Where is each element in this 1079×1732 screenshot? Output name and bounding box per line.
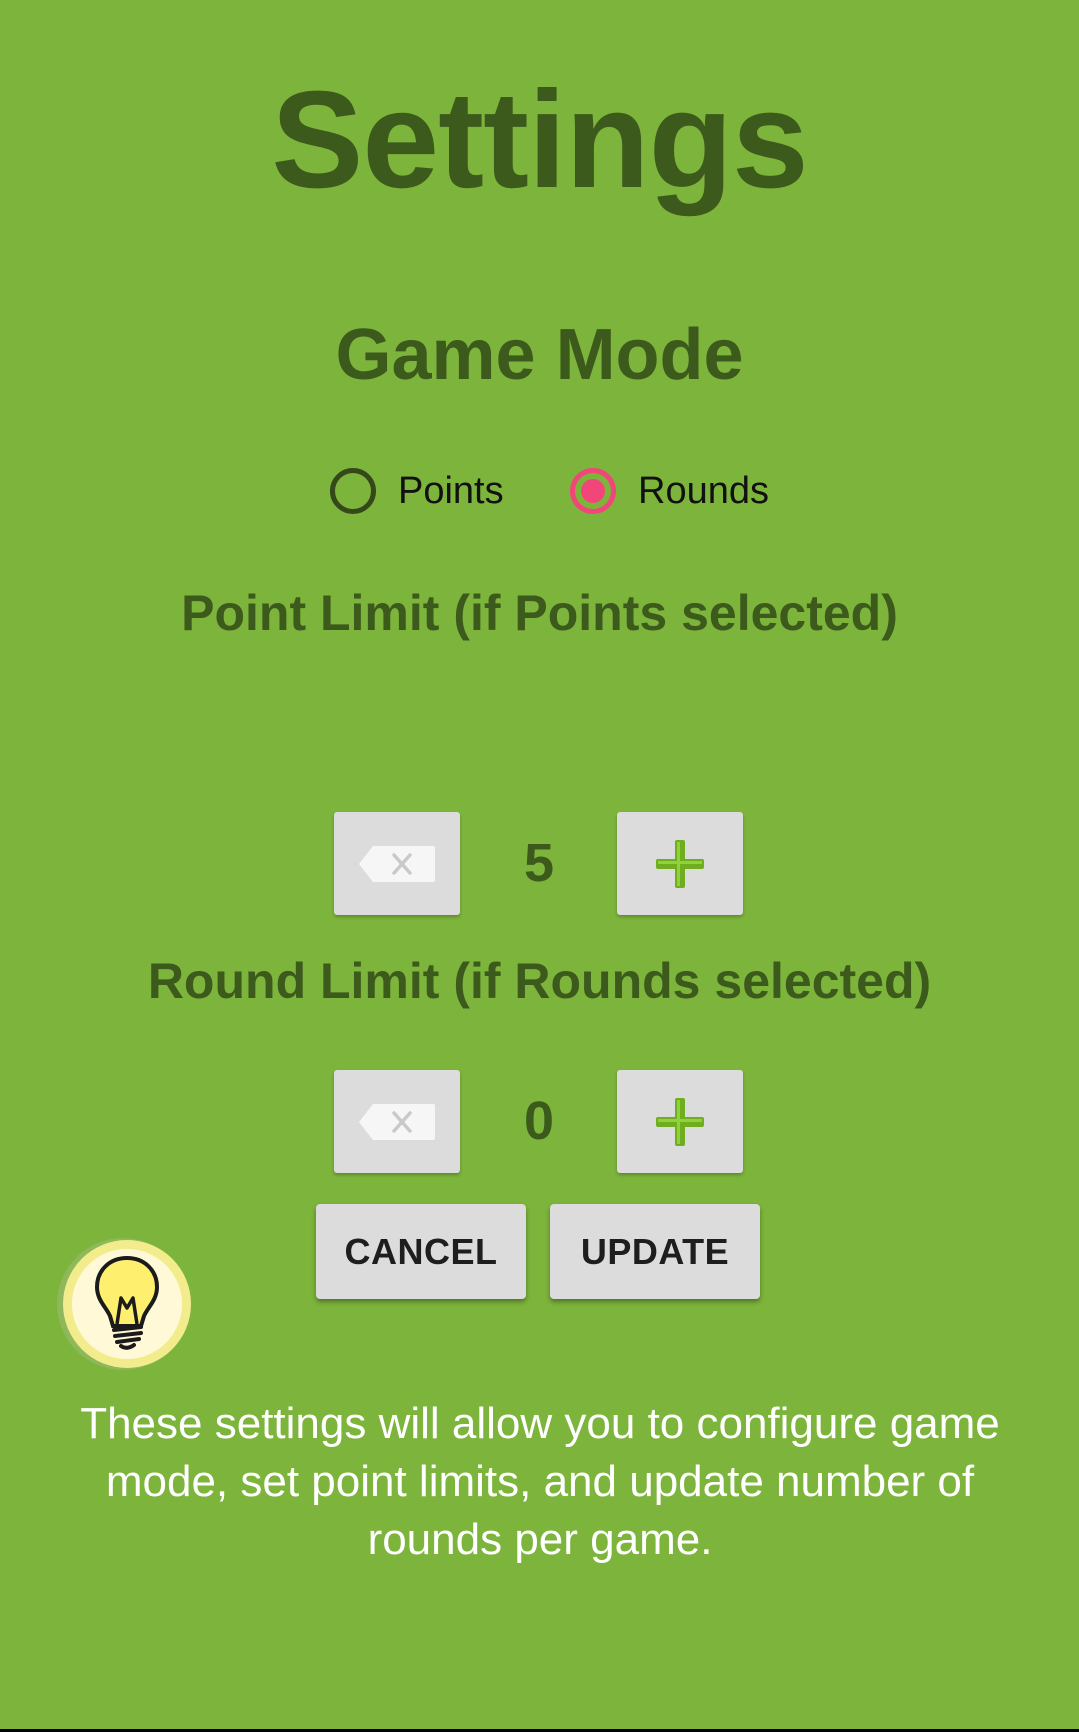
round-limit-increment-button[interactable]	[617, 1070, 743, 1173]
radio-points[interactable]: Points	[330, 462, 504, 520]
point-limit-value: 5	[523, 833, 555, 893]
backspace-icon	[359, 845, 435, 882]
plus-icon	[656, 1097, 704, 1146]
plus-icon	[656, 839, 704, 888]
radio-rounds[interactable]: Rounds	[570, 462, 769, 520]
update-button[interactable]: UPDATE	[550, 1204, 760, 1299]
point-limit-title: Point Limit (if Points selected)	[181, 585, 898, 641]
backspace-icon	[359, 1103, 435, 1140]
radio-selected-dot	[581, 479, 605, 503]
lightbulb-icon[interactable]	[57, 1236, 193, 1372]
radio-points-label: Points	[398, 469, 504, 512]
cancel-button[interactable]: CANCEL	[316, 1204, 526, 1299]
point-limit-decrement-button[interactable]	[334, 812, 460, 915]
round-limit-value: 0	[523, 1091, 555, 1151]
point-limit-increment-button[interactable]	[617, 812, 743, 915]
round-limit-decrement-button[interactable]	[334, 1070, 460, 1173]
game-mode-title: Game Mode	[335, 315, 744, 395]
round-limit-title: Round Limit (if Rounds selected)	[147, 953, 932, 1009]
radio-rounds-label: Rounds	[638, 469, 769, 512]
radio-points-circle[interactable]	[330, 468, 376, 514]
radio-rounds-circle[interactable]	[570, 468, 616, 514]
page-title: Settings	[271, 63, 808, 217]
hint-text: These settings will allow you to configu…	[80, 1399, 1000, 1564]
